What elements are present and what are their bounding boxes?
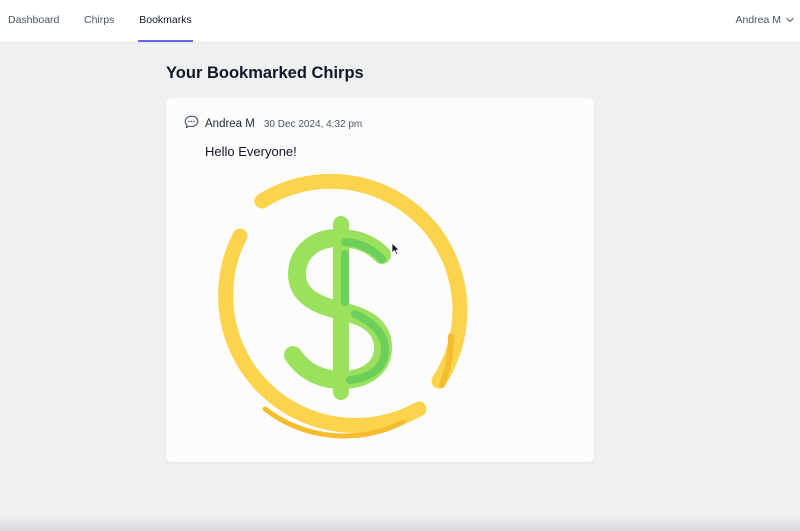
chirp-message: Hello Everyone! <box>205 144 297 159</box>
chirp-author: Andrea M <box>205 118 255 130</box>
user-name: Andrea M <box>735 14 781 26</box>
mouse-cursor-icon <box>391 242 400 261</box>
nav-dashboard[interactable]: Dashboard <box>8 0 59 42</box>
nav-bookmarks[interactable]: Bookmarks <box>138 0 193 42</box>
chat-bubble-icon <box>184 115 199 134</box>
user-menu-dropdown[interactable]: Andrea M <box>735 0 794 40</box>
chirp-timestamp: 30 Dec 2024, 4:32 pm <box>263 118 363 130</box>
bottom-edge-shadow <box>0 514 800 531</box>
top-navigation-bar: Dashboard Chirps Bookmarks Andrea M <box>0 0 800 43</box>
nav-chirps[interactable]: Chirps <box>84 0 114 42</box>
chirp-card: Andrea M 30 Dec 2024, 4:32 pm Hello Ever… <box>166 98 594 462</box>
dollar-coin-icon <box>205 173 477 451</box>
chevron-down-icon <box>786 17 794 23</box>
page-title: Your Bookmarked Chirps <box>166 64 364 82</box>
chirp-header: Andrea M 30 Dec 2024, 4:32 pm <box>184 115 363 134</box>
